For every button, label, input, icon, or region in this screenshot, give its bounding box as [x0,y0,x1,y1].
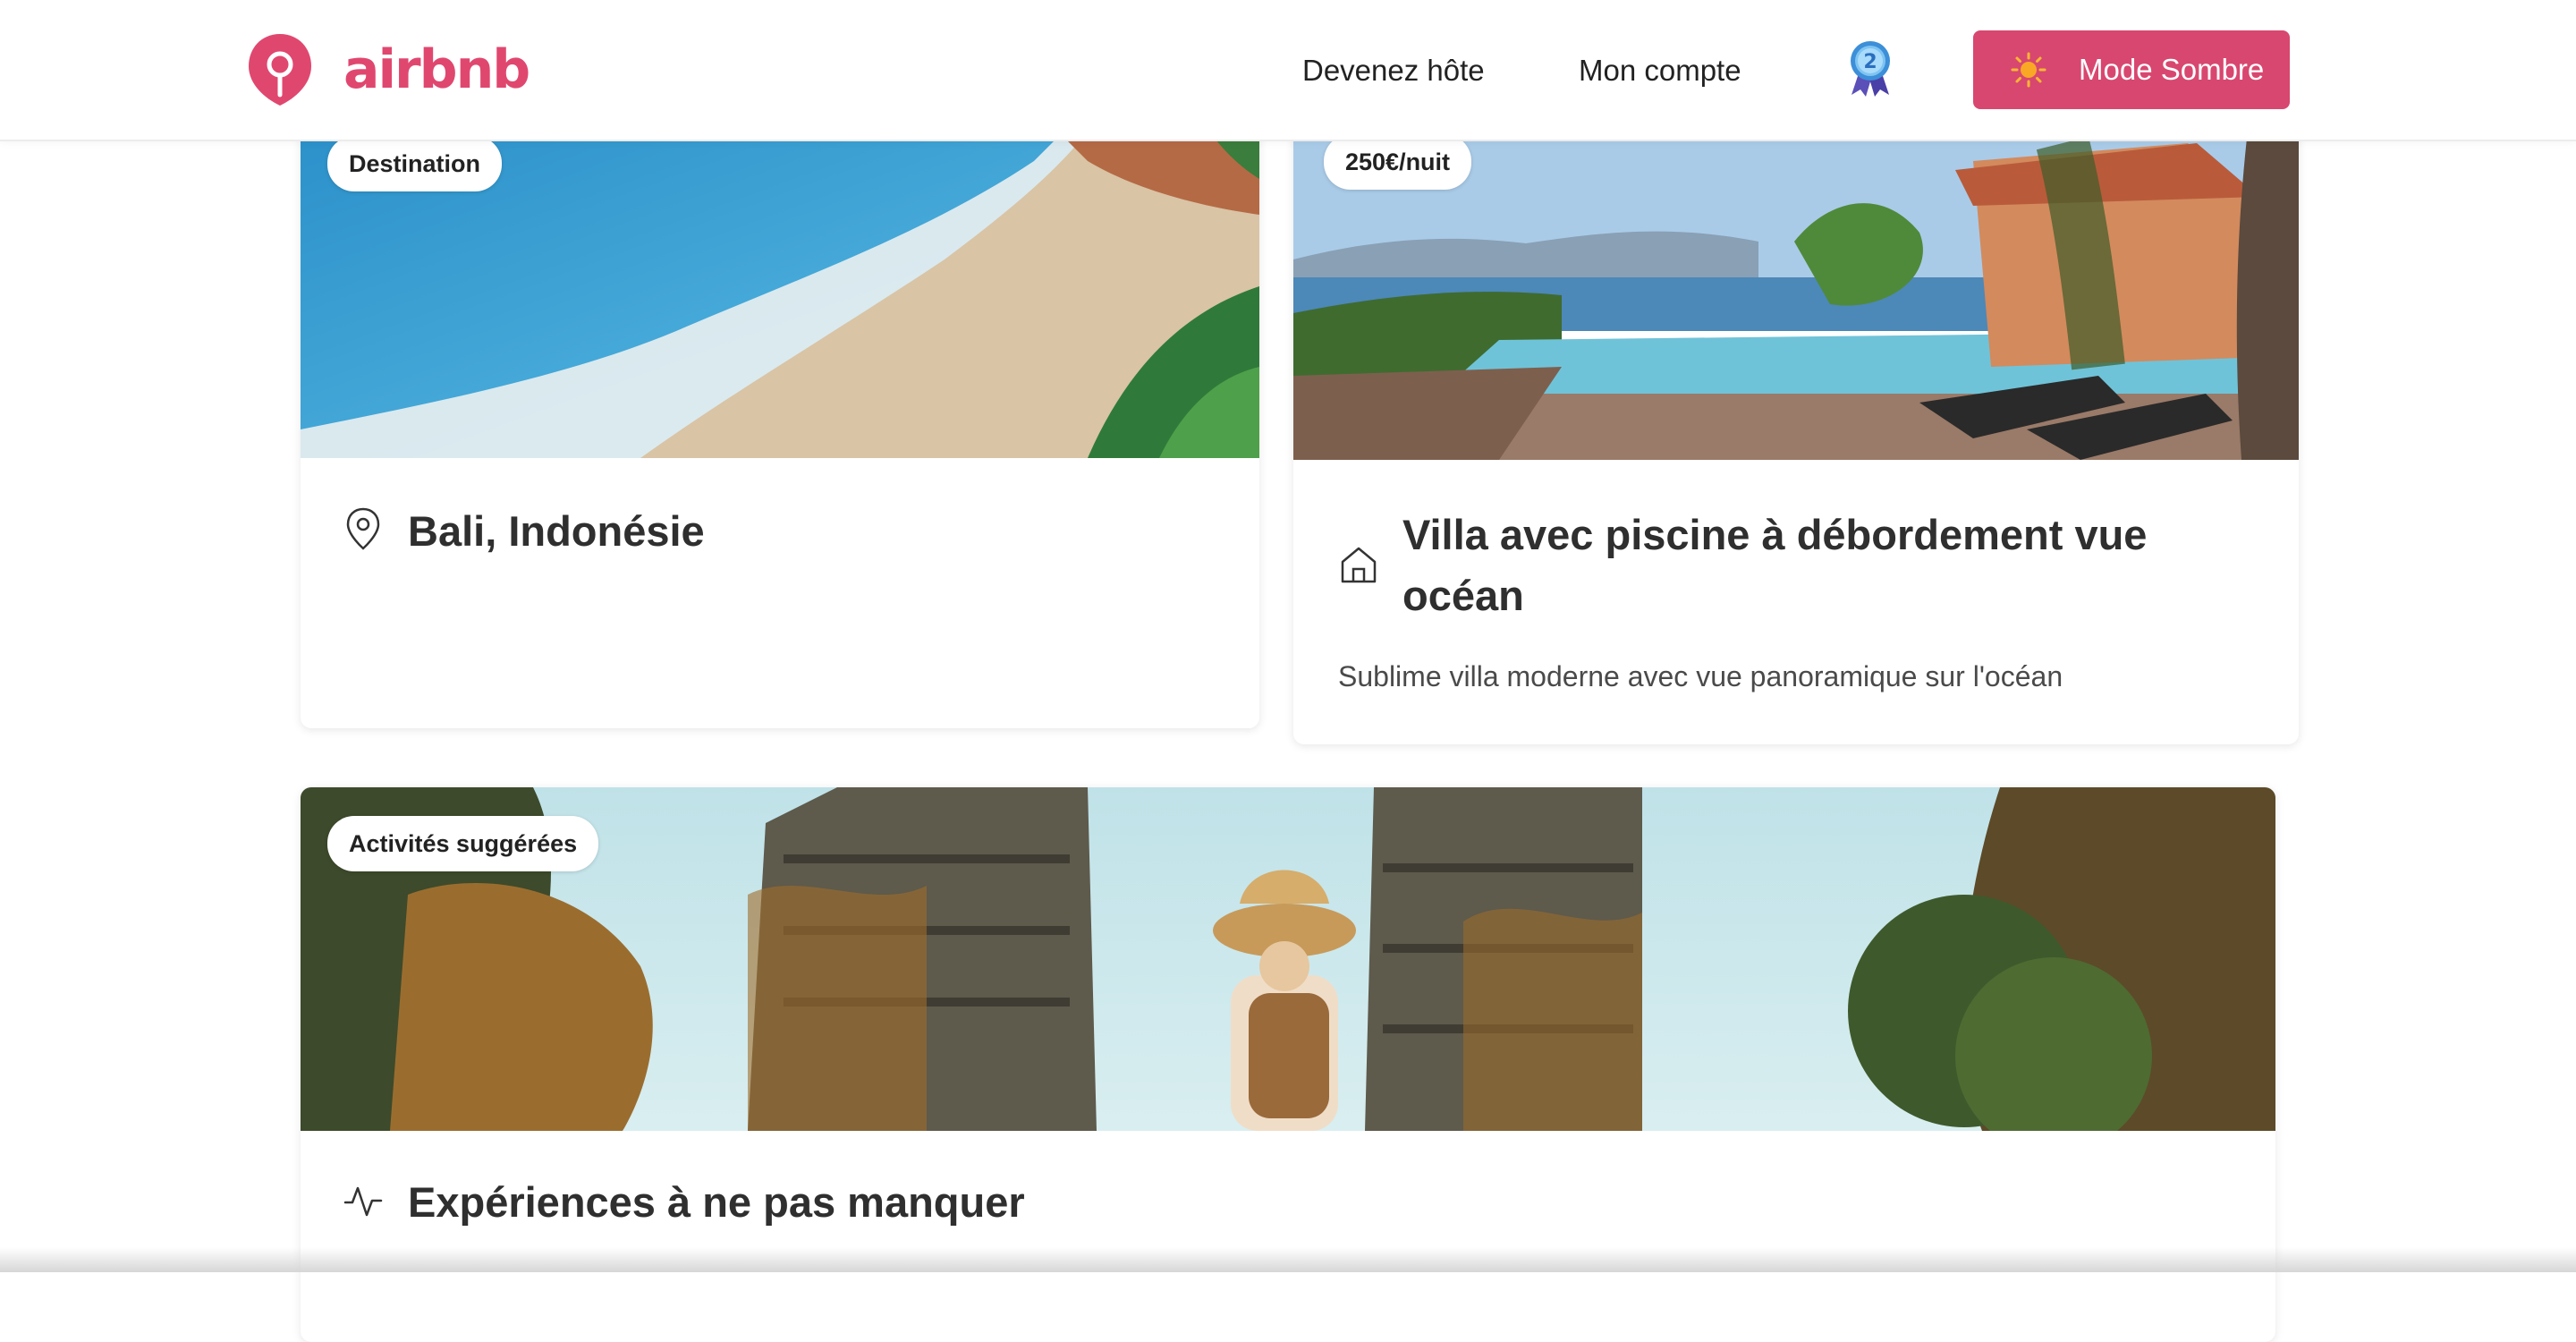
location-pin-logo-icon [249,34,311,106]
level-number: 2 [1863,51,1877,73]
destination-title: Bali, Indonésie [408,507,705,555]
activity-icon [343,1186,383,1217]
level-medal-icon[interactable]: 2 [1846,39,1894,98]
villa-title: Villa avec piscine à débordement vue océ… [1402,511,2148,619]
price-per-night-tag: 250€/nuit [1324,134,1472,190]
destination-tag: Destination [327,136,503,191]
map-pin-icon [346,507,380,550]
airbnb-logo[interactable]: airbnb [247,32,530,107]
villa-card[interactable]: 250€/nuit Villa avec piscine à débordeme… [1293,107,2299,744]
destination-card[interactable]: Destination Bali, Indonésie [301,107,1259,728]
suggested-activities-tag: Activités suggérées [327,816,599,871]
top-navigation-bar: airbnb Devenez hôte Mon compte 2 Mode So… [0,0,2576,141]
brand-wordmark: airbnb [343,38,530,101]
home-icon [1341,547,1377,583]
sun-icon [2011,52,2046,88]
dark-mode-toggle-button[interactable]: Mode Sombre [1973,30,2290,109]
become-host-link[interactable]: Devenez hôte [1302,49,1485,92]
my-account-link[interactable]: Mon compte [1579,49,1741,92]
villa-description: Sublime villa moderne avec vue panoramiq… [1338,660,2063,692]
activities-title: Expériences à ne pas manquer [408,1178,1025,1226]
mode-button-label: Mode Sombre [2079,53,2265,86]
window-bottom-edge [0,1247,2576,1272]
